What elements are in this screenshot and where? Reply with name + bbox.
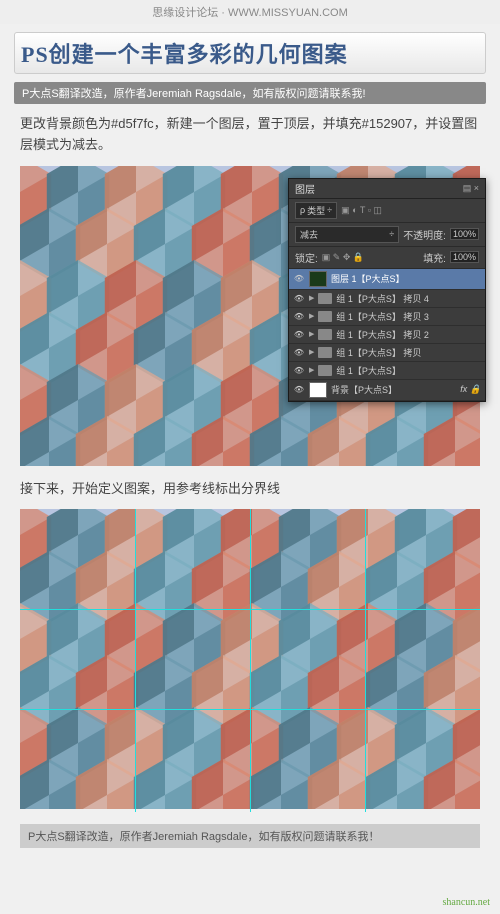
figure-2 [20, 509, 480, 812]
expand-icon[interactable]: ▶ [309, 294, 314, 302]
layer-name: 组 1【P大点S】 [336, 364, 401, 377]
expand-icon[interactable]: ▶ [309, 348, 314, 356]
pattern-image-2 [20, 509, 480, 809]
page-title: PS创建一个丰富多彩的几何图案 [21, 37, 479, 69]
footer-credit: P大点S翻译改造，原作者Jeremiah Ragsdale，如有版权问题请联系我… [20, 824, 480, 848]
blend-row: 减去 ÷ 不透明度: 100% [289, 223, 485, 247]
layer-row[interactable]: 👁 图层 1【P大点S】 [289, 269, 485, 290]
title-bar: PS创建一个丰富多彩的几何图案 [14, 32, 486, 74]
blend-mode-select[interactable]: 减去 ÷ [295, 226, 399, 243]
panel-header[interactable]: 图层 ▤ × [289, 179, 485, 199]
layer-thumb [309, 382, 327, 398]
lock-icons[interactable]: ▣ ✎ ✥ 🔒 [322, 252, 364, 263]
layer-row[interactable]: 👁 ▶ 组 1【P大点S】 拷贝 [289, 344, 485, 362]
figure-1: 图层 ▤ × ρ 类型 ÷ ▣ ◐ T ▫ ◫ 减去 ÷ 不透明度: 100% … [20, 166, 480, 469]
visibility-icon[interactable]: 👁 [293, 347, 305, 357]
watermark: shancun.net [443, 897, 491, 908]
opacity-label: 不透明度: [403, 227, 446, 242]
layer-row[interactable]: 👁 ▶ 组 1【P大点S】 拷贝 3 [289, 308, 485, 326]
layers-tab[interactable]: 图层 [295, 181, 315, 196]
brand-header: 思缘设计论坛 · WWW.MISSYUAN.COM [0, 0, 500, 24]
fx-badge[interactable]: fx 🔒 [460, 384, 481, 395]
visibility-icon[interactable]: 👁 [293, 329, 305, 339]
folder-icon [318, 293, 332, 304]
layer-list: 👁 图层 1【P大点S】 👁 ▶ 组 1【P大点S】 拷贝 4 👁 ▶ 组 1【P大点S】 拷… [289, 269, 485, 401]
visibility-icon[interactable]: 👁 [293, 385, 305, 395]
layer-row[interactable]: 👁 ▶ 组 1【P大点S】 [289, 362, 485, 380]
layer-name: 背景【P大点S】 [331, 383, 397, 396]
layer-row[interactable]: 👁 背景【P大点S】 fx 🔒 [289, 380, 485, 401]
expand-icon[interactable]: ▶ [309, 366, 314, 374]
folder-icon [318, 311, 332, 322]
layers-panel[interactable]: 图层 ▤ × ρ 类型 ÷ ▣ ◐ T ▫ ◫ 减去 ÷ 不透明度: 100% … [288, 178, 486, 402]
layer-name: 图层 1【P大点S】 [331, 272, 405, 285]
credit-bar: P大点S翻译改造，原作者Jeremiah Ragsdale，如有版权问题请联系我… [14, 82, 486, 104]
kind-filter[interactable]: ρ 类型 ÷ [295, 202, 337, 219]
layer-row[interactable]: 👁 ▶ 组 1【P大点S】 拷贝 2 [289, 326, 485, 344]
paragraph-2: 接下来，开始定义图案，用参考线标出分界线 [20, 479, 480, 500]
expand-icon[interactable]: ▶ [309, 312, 314, 320]
filter-icons[interactable]: ▣ ◐ T ▫ ◫ [341, 205, 382, 216]
layer-thumb [309, 271, 327, 287]
layer-name: 组 1【P大点S】 拷贝 2 [336, 328, 429, 341]
folder-icon [318, 329, 332, 340]
panel-menu-icon[interactable]: ▤ × [463, 183, 479, 194]
paragraph-1: 更改背景颜色为#d5f7fc，新建一个图层，置于顶层，并填充#152907，并设… [20, 114, 480, 156]
visibility-icon[interactable]: 👁 [293, 274, 305, 284]
layer-name: 组 1【P大点S】 拷贝 [336, 346, 421, 359]
fill-label: 填充: [423, 250, 446, 265]
visibility-icon[interactable]: 👁 [293, 311, 305, 321]
lock-label: 锁定: [295, 250, 318, 265]
visibility-icon[interactable]: 👁 [293, 293, 305, 303]
folder-icon [318, 347, 332, 358]
layer-name: 组 1【P大点S】 拷贝 4 [336, 292, 429, 305]
layer-name: 组 1【P大点S】 拷贝 3 [336, 310, 429, 323]
folder-icon [318, 365, 332, 376]
visibility-icon[interactable]: 👁 [293, 365, 305, 375]
fill-value[interactable]: 100% [450, 251, 479, 263]
filter-row: ρ 类型 ÷ ▣ ◐ T ▫ ◫ [289, 199, 485, 223]
opacity-value[interactable]: 100% [450, 228, 479, 240]
expand-icon[interactable]: ▶ [309, 330, 314, 338]
lock-row: 锁定: ▣ ✎ ✥ 🔒 填充: 100% [289, 247, 485, 269]
layer-row[interactable]: 👁 ▶ 组 1【P大点S】 拷贝 4 [289, 290, 485, 308]
